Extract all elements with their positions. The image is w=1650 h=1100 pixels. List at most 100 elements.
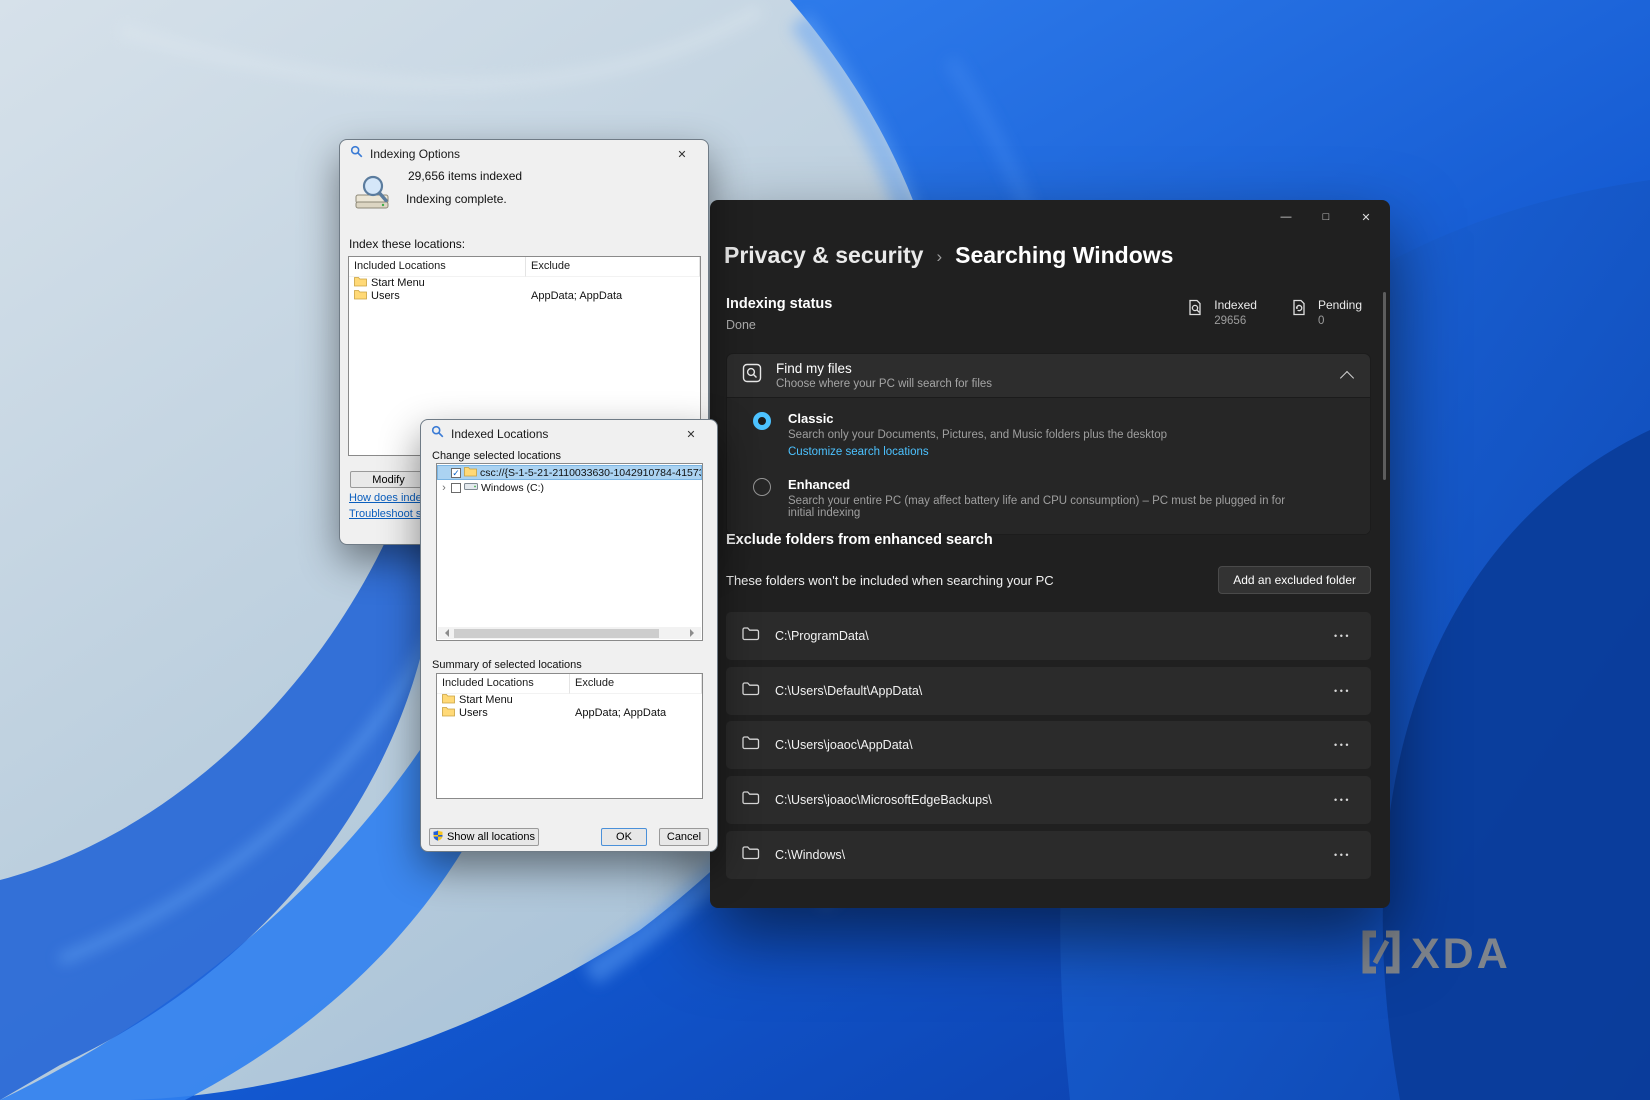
settings-scrollbar[interactable]	[1383, 292, 1386, 480]
indexing-options-titlebar[interactable]: Indexing Options ✕	[340, 140, 708, 168]
indexing-complete-text: Indexing complete.	[406, 192, 507, 206]
location-exclude: AppData; AppData	[526, 290, 700, 302]
checkbox-checked[interactable]: ✓	[451, 468, 461, 478]
scroll-left-icon[interactable]	[441, 629, 449, 637]
option-classic: Classic Search only your Documents, Pict…	[753, 411, 1354, 460]
close-button[interactable]: ✕	[1346, 202, 1386, 232]
scroll-right-icon[interactable]	[690, 629, 698, 637]
excluded-folder-row: C:\Users\Default\AppData\ •••	[726, 667, 1371, 715]
exclude-description: These folders won't be included when sea…	[726, 573, 1054, 588]
show-all-locations-label: Show all locations	[447, 831, 535, 843]
column-exclude: Exclude	[526, 257, 700, 277]
folder-icon	[354, 276, 367, 290]
excluded-folder-row: C:\Users\joaoc\MicrosoftEdgeBackups\ •••	[726, 776, 1371, 824]
pending-counter: Pending 0	[1289, 298, 1362, 327]
indexed-value: 29656	[1214, 315, 1257, 327]
horizontal-scrollbar[interactable]	[438, 627, 701, 639]
tree-row-csc[interactable]: ✓ csc://{S-1-5-21-2110033630-1042910784-…	[437, 465, 702, 480]
location-row[interactable]: Users AppData; AppData	[349, 290, 700, 304]
indexing-drive-icon	[353, 173, 395, 220]
more-options-icon[interactable]: •••	[1334, 631, 1351, 641]
tree-item-label: Windows (C:)	[481, 482, 544, 494]
xda-logo-text: XDA	[1411, 933, 1511, 976]
excluded-folder-path: C:\Windows\	[775, 848, 845, 862]
indexed-locations-dialog: Indexed Locations ✕ Change selected loca…	[420, 419, 718, 852]
breadcrumb-parent[interactable]: Privacy & security	[724, 242, 923, 269]
column-exclude: Exclude	[570, 674, 702, 694]
location-exclude: AppData; AppData	[570, 707, 702, 719]
desktop: XDA — □ ✕ Privacy & security › Searching…	[0, 0, 1650, 1100]
location-name: Users	[371, 290, 400, 302]
location-name: Start Menu	[459, 694, 513, 706]
maximize-button[interactable]: □	[1306, 202, 1346, 232]
page-title: Searching Windows	[955, 242, 1173, 269]
location-row[interactable]: Start Menu	[349, 276, 700, 290]
exclude-section-heading: Exclude folders from enhanced search	[726, 532, 993, 548]
indexed-document-icon	[1185, 298, 1205, 323]
excluded-folder-row: C:\Windows\ •••	[726, 831, 1371, 879]
settings-window: — □ ✕ Privacy & security › Searching Win…	[710, 200, 1390, 908]
excluded-folder-path: C:\Users\Default\AppData\	[775, 684, 922, 698]
more-options-icon[interactable]: •••	[1334, 686, 1351, 696]
summary-row[interactable]: Users AppData; AppData	[437, 707, 702, 721]
change-locations-label: Change selected locations	[432, 450, 561, 462]
indexed-label: Indexed	[1214, 298, 1257, 312]
xda-watermark: XDA	[1360, 929, 1511, 980]
summary-label: Summary of selected locations	[432, 659, 582, 671]
pending-value: 0	[1318, 315, 1362, 327]
listbox-header: Included Locations Exclude	[349, 257, 700, 276]
close-icon[interactable]: ✕	[666, 143, 698, 165]
pending-label: Pending	[1318, 298, 1362, 312]
chevron-up-icon[interactable]	[1340, 370, 1354, 384]
indexing-counters: Indexed 29656 Pending 0	[1185, 298, 1362, 327]
pending-document-icon	[1289, 298, 1309, 323]
cancel-button[interactable]: Cancel	[659, 828, 709, 846]
classic-description: Search only your Documents, Pictures, an…	[788, 429, 1167, 441]
more-options-icon[interactable]: •••	[1334, 850, 1351, 860]
find-my-files-header[interactable]: Find my files Choose where your PC will …	[727, 354, 1370, 397]
more-options-icon[interactable]: •••	[1334, 795, 1351, 805]
index-locations-label: Index these locations:	[349, 237, 465, 251]
folder-icon	[742, 845, 760, 865]
excluded-folder-path: C:\Users\joaoc\MicrosoftEdgeBackups\	[775, 793, 992, 807]
excluded-folder-row: C:\Users\joaoc\AppData\ •••	[726, 721, 1371, 769]
close-icon[interactable]: ✕	[675, 423, 707, 445]
breadcrumb: Privacy & security › Searching Windows	[724, 242, 1173, 269]
add-excluded-folder-button[interactable]: Add an excluded folder	[1218, 566, 1371, 594]
dialog-title: Indexed Locations	[451, 427, 548, 441]
window-controls: — □ ✕	[1266, 202, 1386, 232]
tree-row-windows-c[interactable]: › Windows (C:)	[437, 480, 702, 495]
breadcrumb-separator-icon: ›	[936, 247, 942, 267]
dialog-title: Indexing Options	[370, 147, 460, 161]
show-all-locations-button[interactable]: Show all locations	[429, 828, 539, 846]
enhanced-radio[interactable]	[753, 478, 771, 496]
folder-icon	[442, 706, 455, 720]
checkbox-unchecked[interactable]	[451, 483, 461, 493]
scrollbar-thumb[interactable]	[454, 629, 659, 638]
customize-search-locations-link[interactable]: Customize search locations	[788, 446, 929, 458]
modify-button[interactable]: Modify	[350, 471, 427, 488]
locations-tree[interactable]: ✓ csc://{S-1-5-21-2110033630-1042910784-…	[436, 463, 703, 641]
more-options-icon[interactable]: •••	[1334, 740, 1351, 750]
excluded-folder-path: C:\Users\joaoc\AppData\	[775, 738, 913, 752]
excluded-folder-path: C:\ProgramData\	[775, 629, 869, 643]
indexed-locations-titlebar[interactable]: Indexed Locations ✕	[421, 420, 717, 448]
exclude-description-row: These folders won't be included when sea…	[726, 562, 1371, 598]
indexing-status-title: Indexing status	[726, 296, 832, 312]
expander-icon[interactable]: ›	[440, 483, 448, 493]
summary-row[interactable]: Start Menu	[437, 693, 702, 707]
find-my-files-options: Classic Search only your Documents, Pict…	[727, 397, 1370, 534]
ok-button[interactable]: OK	[601, 828, 647, 846]
classic-radio[interactable]	[753, 412, 771, 430]
location-name: Start Menu	[371, 277, 425, 289]
minimize-button[interactable]: —	[1266, 202, 1306, 232]
folder-icon	[742, 735, 760, 755]
folder-icon	[464, 466, 477, 480]
excluded-folder-row: C:\ProgramData\ •••	[726, 612, 1371, 660]
option-enhanced: Enhanced Search your entire PC (may affe…	[753, 477, 1354, 519]
items-indexed-text: 29,656 items indexed	[408, 169, 522, 183]
find-my-files-title: Find my files	[776, 361, 992, 376]
find-my-files-subtitle: Choose where your PC will search for fil…	[776, 378, 992, 390]
indexing-status-block: Indexing status Done	[726, 296, 832, 332]
summary-listbox[interactable]: Included Locations Exclude Start Menu Us…	[436, 673, 703, 799]
